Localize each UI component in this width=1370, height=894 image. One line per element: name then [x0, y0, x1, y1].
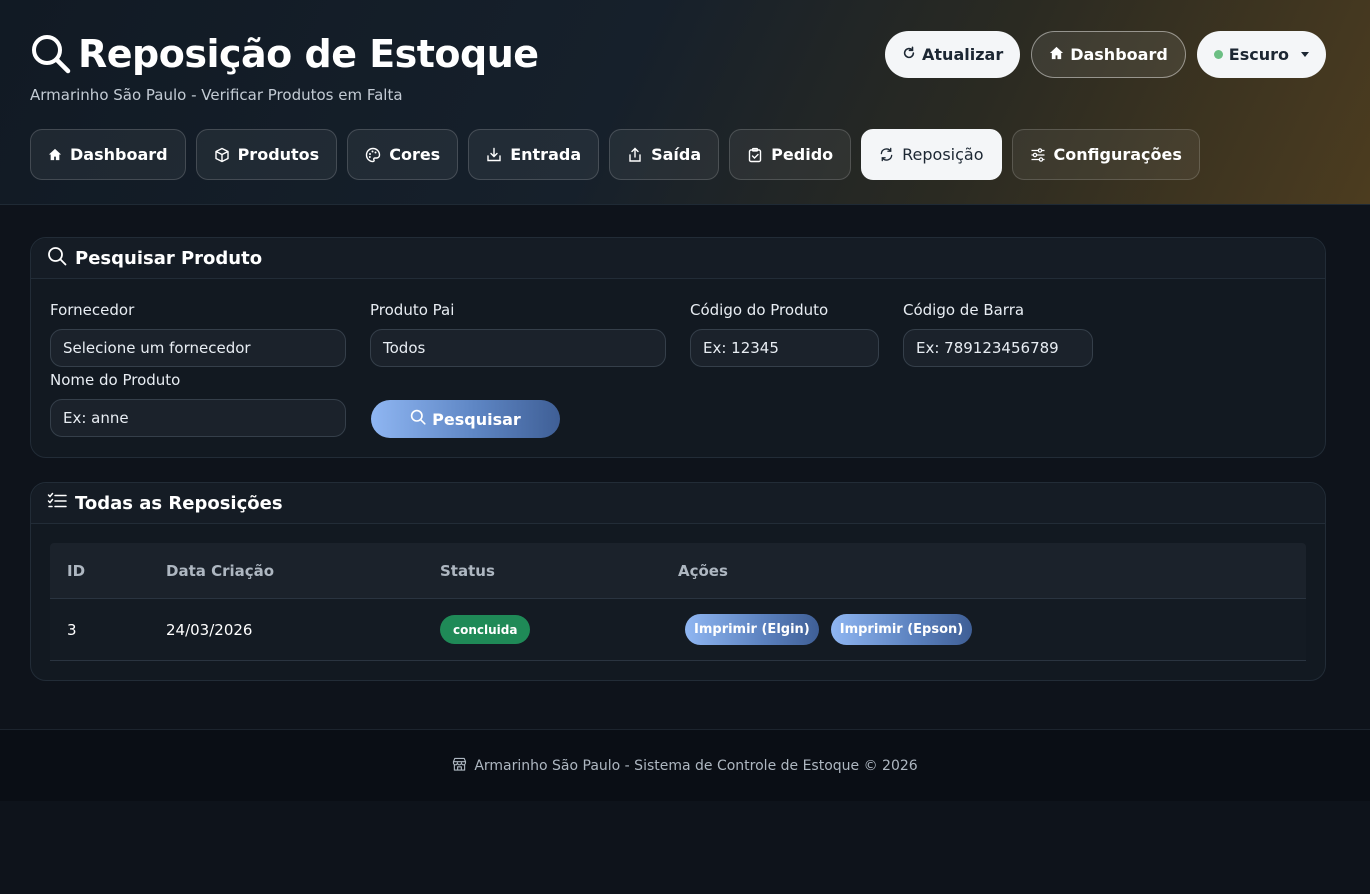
box-icon: [214, 147, 230, 163]
codigo-barra-label: Código de Barra: [903, 301, 1025, 319]
print-elgin-button[interactable]: Imprimir (Elgin): [685, 614, 819, 645]
inbox-in-icon: [486, 147, 502, 163]
nav-item-reposicao[interactable]: Reposição: [861, 129, 1002, 180]
table-row: 3 24/03/2026 concluida Imprimir (Elgin) …: [50, 599, 1306, 661]
codigo-barra-input[interactable]: Ex: 789123456789: [903, 329, 1093, 367]
nav-item-label: Saída: [651, 145, 702, 164]
palette-icon: [365, 147, 381, 163]
codigo-field: Código do Produto Ex: 12345: [690, 301, 879, 367]
reposicoes-card: Todas as Reposições ID Data Criação Stat…: [30, 482, 1326, 681]
column-header-data[interactable]: Data Criação: [166, 562, 274, 580]
refresh-button[interactable]: Atualizar: [885, 31, 1021, 78]
column-header-id[interactable]: ID: [67, 562, 85, 580]
fornecedor-field: Fornecedor Selecione um fornecedor: [50, 301, 346, 367]
nav-item-dashboard[interactable]: Dashboard: [30, 129, 186, 180]
reposicoes-table: ID Data Criação Status Ações 3 24/03/202…: [50, 543, 1306, 661]
search-card-header: Pesquisar Produto: [31, 238, 1325, 279]
nav-item-entrada[interactable]: Entrada: [468, 129, 600, 180]
dashboard-label: Dashboard: [1070, 45, 1168, 64]
main-nav: Dashboard Produtos Cores Entrada Saída P…: [30, 129, 1200, 180]
page-subtitle: Armarinho São Paulo - Verificar Produtos…: [30, 86, 403, 104]
print-epson-button[interactable]: Imprimir (Epson): [830, 614, 973, 645]
reposicoes-card-header: Todas as Reposições: [31, 483, 1325, 524]
nav-item-label: Configurações: [1053, 145, 1182, 164]
page-footer: Armarinho São Paulo - Sistema de Control…: [0, 729, 1370, 801]
theme-dropdown[interactable]: Escuro: [1196, 31, 1326, 78]
table-header: ID Data Criação Status Ações: [50, 543, 1306, 599]
row-data: 24/03/2026: [166, 620, 253, 639]
column-header-status[interactable]: Status: [440, 562, 495, 580]
header-actions: Atualizar Dashboard Escuro: [885, 31, 1326, 78]
sliders-icon: [1030, 147, 1046, 163]
nav-item-label: Produtos: [237, 145, 320, 164]
nav-item-pedido[interactable]: Pedido: [729, 129, 852, 180]
search-card-title: Pesquisar Produto: [75, 247, 263, 269]
nav-item-label: Cores: [389, 145, 441, 164]
nav-item-produtos[interactable]: Produtos: [195, 129, 338, 180]
page-header: Reposição de Estoque Armarinho São Paulo…: [0, 0, 1370, 205]
status-badge-wrap: concluida: [440, 615, 531, 644]
upload-icon: [627, 147, 643, 163]
theme-dot-icon: [1213, 50, 1223, 59]
clipboard-check-icon: [747, 147, 763, 163]
row-actions: Imprimir (Elgin) Imprimir (Epson): [685, 614, 973, 645]
title-row: Reposição de Estoque: [30, 32, 539, 76]
page-title: Reposição de Estoque: [78, 32, 539, 76]
produto-pai-select[interactable]: Todos: [370, 329, 666, 367]
nome-input[interactable]: Ex: anne: [50, 399, 346, 437]
row-id: 3: [67, 620, 77, 639]
codigo-barra-field: Código de Barra Ex: 789123456789: [903, 301, 1093, 367]
reposicoes-card-title: Todas as Reposições: [75, 492, 283, 514]
nav-item-label: Reposição: [902, 145, 984, 164]
search-button[interactable]: Pesquisar: [371, 400, 560, 438]
store-icon: [452, 757, 467, 775]
produto-pai-field: Produto Pai Todos: [370, 301, 666, 367]
search-card: Pesquisar Produto Fornecedor Selecione u…: [30, 237, 1326, 458]
home-icon: [1049, 45, 1064, 64]
nav-item-saida[interactable]: Saída: [609, 129, 720, 180]
refresh-label: Atualizar: [922, 45, 1004, 64]
nav-item-label: Entrada: [510, 145, 582, 164]
refresh-icon: [902, 45, 916, 64]
search-icon: [410, 409, 426, 429]
chevron-down-icon: [1301, 52, 1309, 57]
dashboard-button[interactable]: Dashboard: [1031, 31, 1186, 78]
nav-item-configuracoes[interactable]: Configurações: [1011, 129, 1200, 180]
status-badge: concluida: [440, 615, 531, 644]
nome-field: Nome do Produto Ex: anne: [50, 371, 346, 437]
fornecedor-label: Fornecedor: [50, 301, 135, 319]
footer-text: Armarinho São Paulo - Sistema de Control…: [474, 757, 918, 774]
nav-item-cores[interactable]: Cores: [347, 129, 459, 180]
column-header-acoes: Ações: [678, 561, 728, 580]
theme-label: Escuro: [1228, 45, 1289, 64]
home-icon: [48, 148, 62, 161]
fornecedor-select[interactable]: Selecione um fornecedor: [50, 329, 346, 367]
search-icon: [47, 246, 67, 270]
nav-item-label: Pedido: [771, 145, 834, 164]
nome-label: Nome do Produto: [50, 371, 181, 389]
produto-pai-label: Produto Pai: [370, 301, 455, 319]
nav-item-label: Dashboard: [70, 145, 168, 164]
codigo-input[interactable]: Ex: 12345: [690, 329, 879, 367]
list-check-icon: [47, 492, 67, 514]
codigo-label: Código do Produto: [690, 301, 829, 319]
refresh-icon: [879, 147, 894, 162]
search-icon: [30, 33, 72, 75]
search-button-label: Pesquisar: [432, 409, 521, 429]
